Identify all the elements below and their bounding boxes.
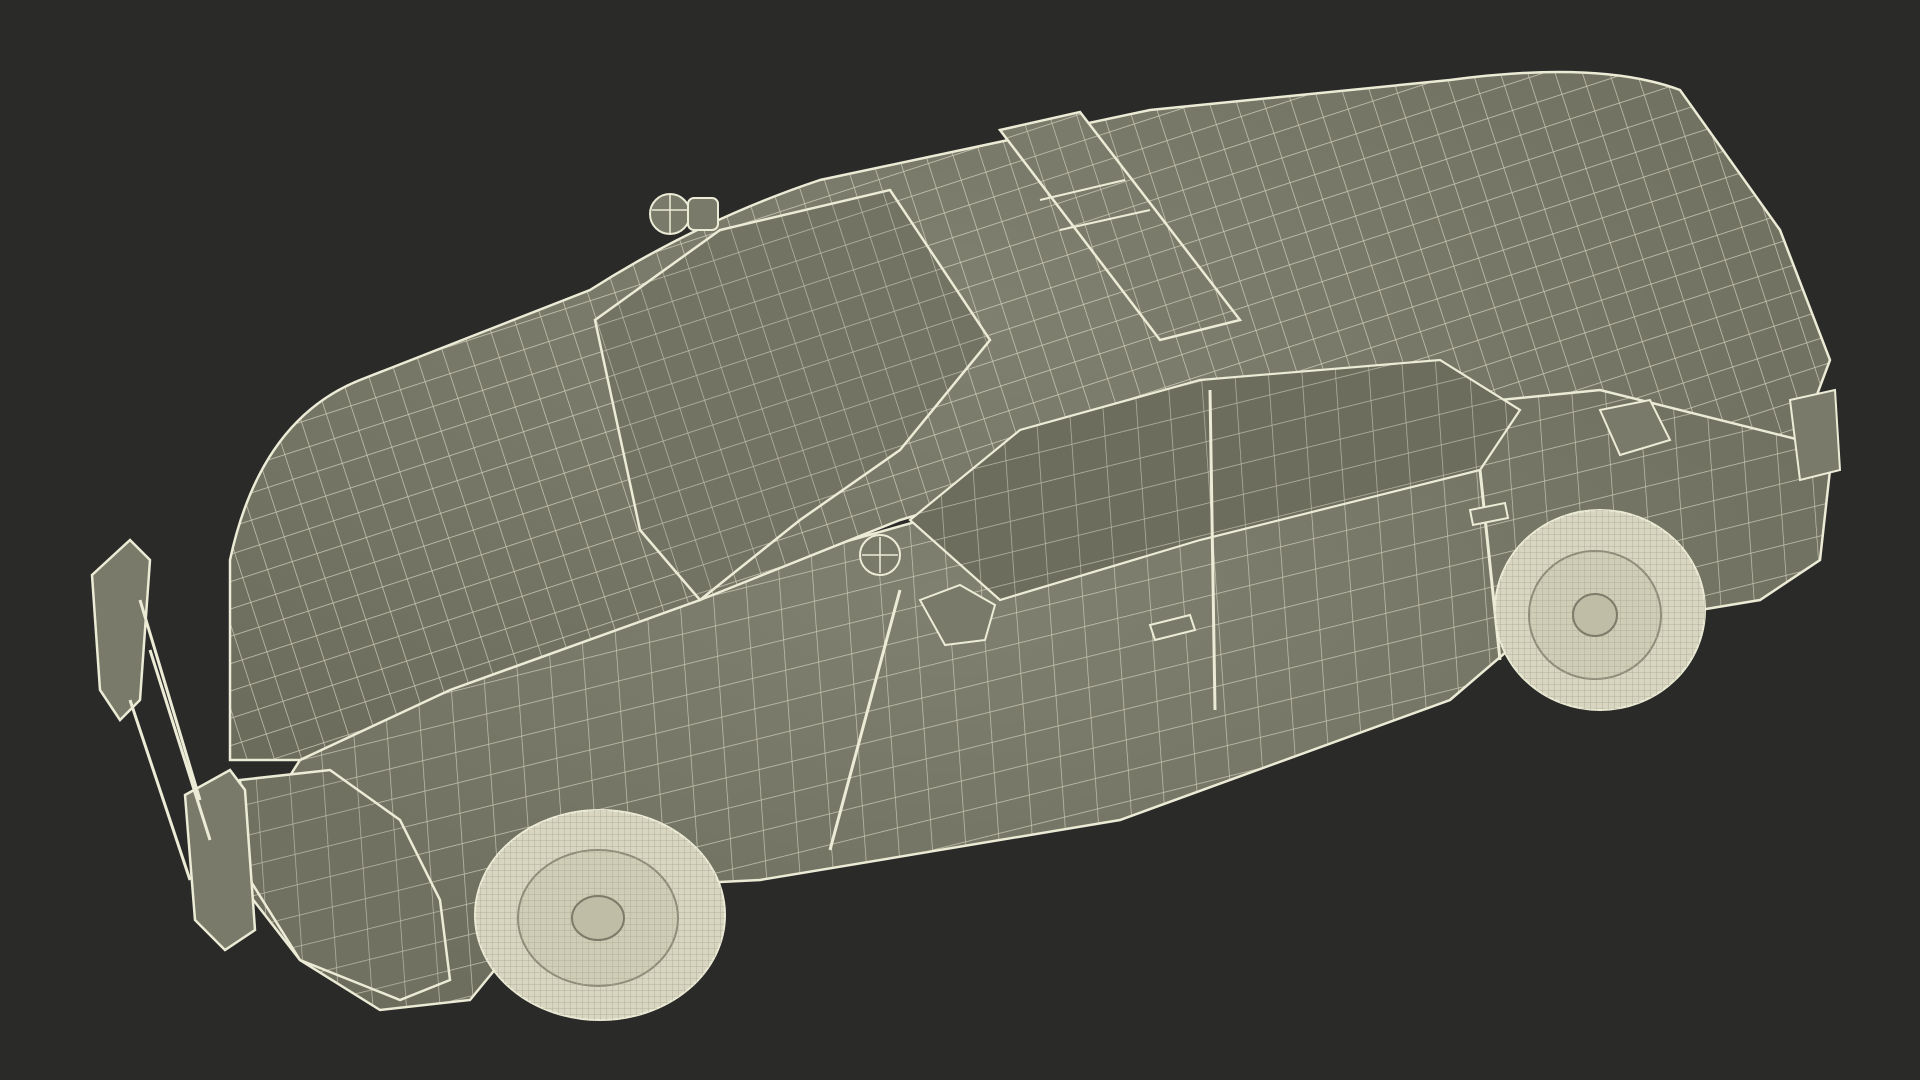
- wireframe-render: [90, 70, 1842, 1021]
- rear-wheel: [1494, 509, 1706, 711]
- rear-light: [1788, 388, 1842, 482]
- render-viewport: [0, 0, 1920, 1080]
- front-wheel: [474, 809, 726, 1021]
- spotlight: [649, 193, 719, 235]
